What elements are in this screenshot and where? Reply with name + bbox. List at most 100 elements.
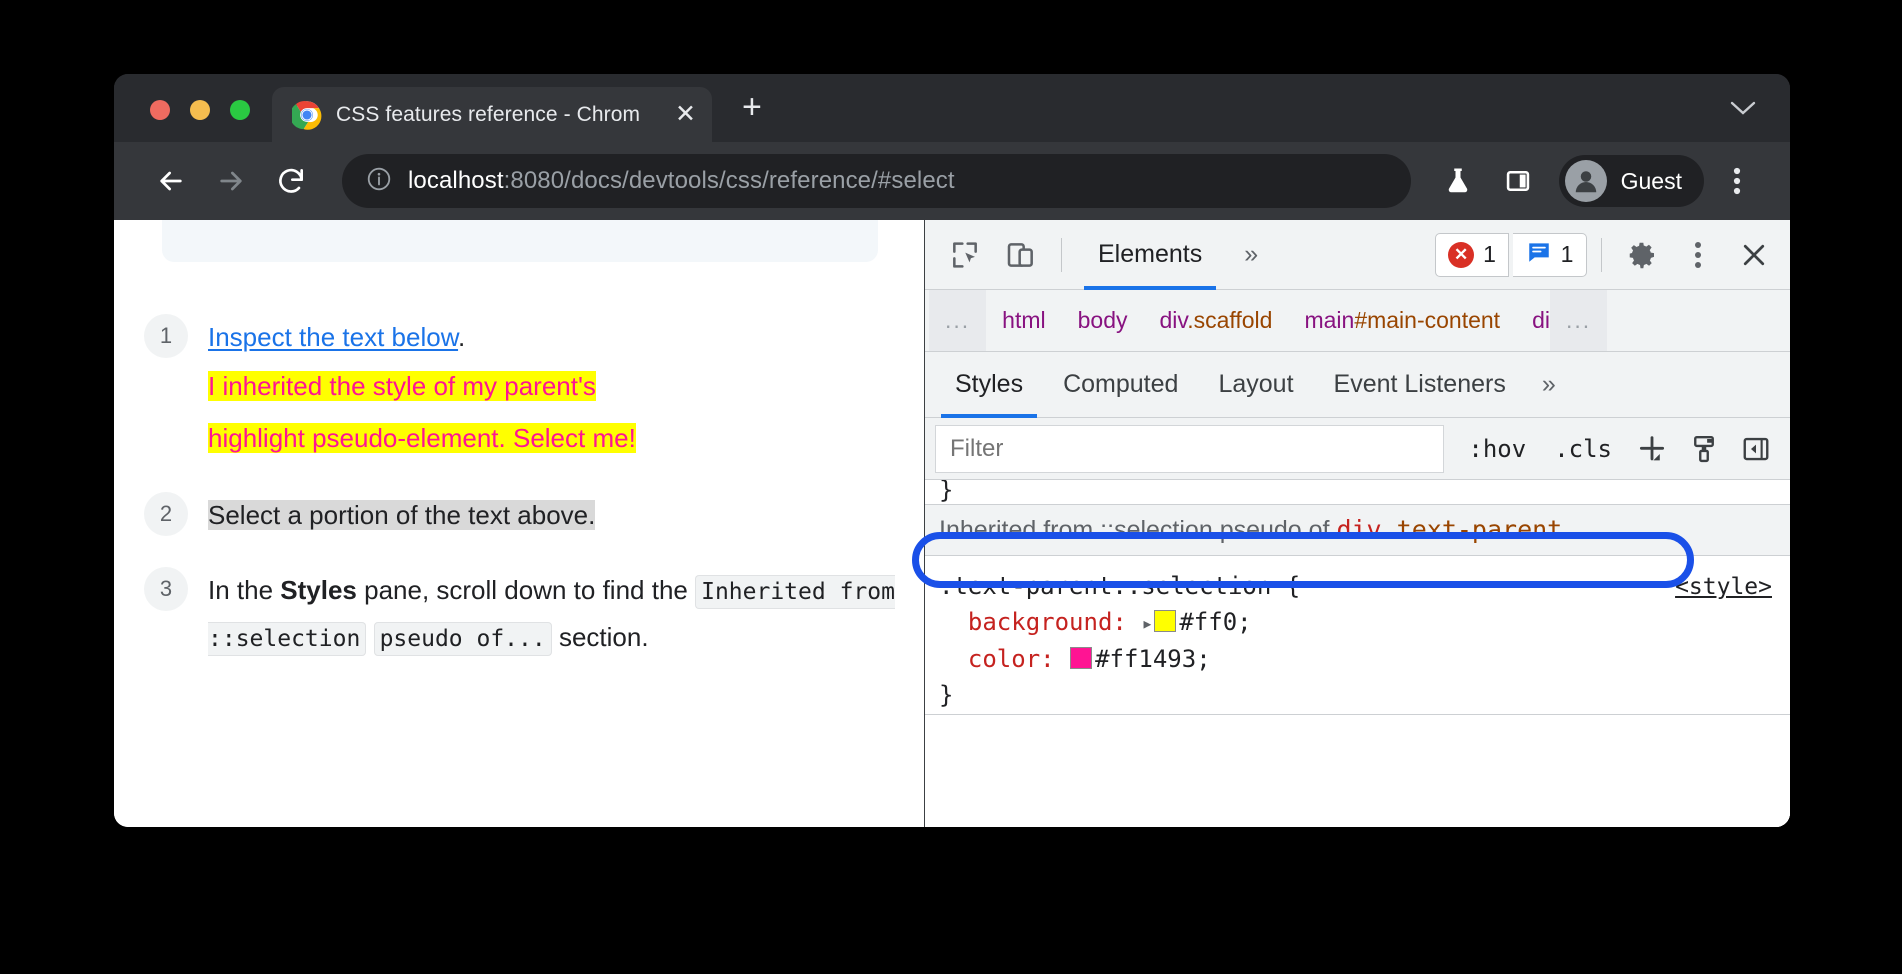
step-number: 2 [144,492,188,536]
message-count: 1 [1561,241,1574,268]
tab-event-listeners[interactable]: Event Listeners [1314,352,1526,418]
close-tab-button[interactable]: ✕ [675,102,696,127]
css-selector[interactable]: .text-parent::selection { [939,568,1776,604]
list-item: 3 In the Styles pane, scroll down to fin… [144,565,904,662]
step-number: 3 [144,567,188,611]
browser-tab[interactable]: CSS features reference - Chrom ✕ [272,87,712,142]
browser-window: CSS features reference - Chrom ✕ + [114,74,1790,827]
breadcrumb-item-html[interactable]: html [986,307,1061,334]
styles-pane-footer [925,714,1790,827]
list-item: 1 Inspect the text below. I inherited th… [144,312,904,464]
step3-mid: pane, scroll down to find the [357,575,695,605]
breadcrumb-item-div-truncated[interactable]: di [1516,307,1550,334]
hov-button[interactable]: :hov [1454,435,1540,463]
inherited-from-section-header[interactable]: Inherited from ::selection pseudo of div… [925,504,1790,556]
side-panel-icon[interactable] [1491,154,1545,208]
url-text: localhost:8080/docs/devtools/css/referen… [408,167,955,195]
error-count-badge[interactable]: ✕ 1 [1435,233,1509,277]
color-swatch[interactable] [1154,610,1176,632]
inherited-class: .text-parent [1382,515,1563,544]
css-rule-block: <style> .text-parent::selection { backgr… [925,556,1790,714]
info-callout-box [162,220,878,262]
steps-list: 1 Inspect the text below. I inherited th… [144,312,904,688]
more-subtabs-chevron-icon[interactable]: » [1526,370,1572,399]
devtools-more-menu-icon[interactable] [1672,229,1724,281]
profile-name: Guest [1621,168,1682,195]
expand-triangle-icon[interactable]: ▸ [1141,611,1153,635]
highlighted-sample-line2[interactable]: highlight pseudo-element. Select me! [208,423,636,453]
address-bar[interactable]: localhost:8080/docs/devtools/css/referen… [342,154,1411,208]
breadcrumb-left-ellipsis[interactable]: ... [929,290,986,351]
styles-pane-tabs: Styles Computed Layout Event Listeners » [925,352,1790,418]
css-property-name[interactable]: background: [968,608,1127,636]
window-controls [114,100,272,142]
breadcrumb-item-div-scaffold[interactable]: div.scaffold [1144,307,1289,334]
error-count: 1 [1483,241,1496,268]
style-source-link[interactable]: <style> [1675,570,1772,605]
close-window-button[interactable] [150,100,170,120]
back-button[interactable] [144,154,198,208]
step-text: Select a portion of the text above. [208,490,595,538]
site-info-icon[interactable] [366,166,392,197]
tab-list-chevron-icon[interactable] [1730,99,1790,142]
tab-title: CSS features reference - Chrom [336,103,640,127]
url-host: localhost [408,167,504,194]
new-tab-button[interactable]: + [712,90,788,142]
tab-styles[interactable]: Styles [935,352,1043,418]
message-icon [1526,239,1552,271]
styles-emphasis: Styles [280,575,357,605]
previous-rule-close-brace: } [925,480,1790,504]
css-property-name[interactable]: color: [968,645,1055,673]
device-toolbar-icon[interactable] [995,229,1047,281]
reload-button[interactable] [264,154,318,208]
css-declaration-background[interactable]: background: ▸ #ff0; [939,604,1776,640]
tab-layout[interactable]: Layout [1198,352,1313,418]
css-rule-close-brace: } [939,677,1776,713]
css-property-value[interactable]: #ff1493; [1095,645,1211,673]
url-path: :8080/docs/devtools/css/reference/#selec… [504,167,955,194]
error-icon: ✕ [1448,242,1474,268]
screenshot-stage: CSS features reference - Chrom ✕ + [0,0,1902,974]
devtools-toolbar: Elements » ✕ 1 1 [925,220,1790,290]
tab-strip: CSS features reference - Chrom ✕ + [114,74,1790,142]
breadcrumb-item-body[interactable]: body [1062,307,1144,334]
new-style-rule-button[interactable] [1626,423,1678,475]
highlighted-sample-line1[interactable]: I inherited the style of my parent's [208,371,596,401]
more-panels-chevron-icon[interactable]: » [1228,240,1274,269]
step1-period: . [458,322,465,352]
message-count-badge[interactable]: 1 [1513,233,1587,277]
close-devtools-icon[interactable] [1728,229,1780,281]
profile-button[interactable]: Guest [1559,155,1704,207]
inherited-tag: div [1336,515,1381,544]
flask-icon[interactable] [1431,154,1485,208]
breadcrumb: ... html body div.scaffold main#main-con… [925,290,1790,352]
paintbrush-icon[interactable] [1678,423,1730,475]
inline-code-2: pseudo of... [374,622,552,656]
step3-lead: In the [208,575,280,605]
breadcrumb-item-main-content[interactable]: main#main-content [1288,307,1516,334]
sidebar-toggle-icon[interactable] [1730,423,1782,475]
color-swatch[interactable] [1070,647,1092,669]
css-property-value[interactable]: #ff0; [1179,608,1251,636]
forward-button[interactable] [204,154,258,208]
avatar [1565,160,1607,202]
breadcrumb-right-ellipsis[interactable]: ... [1550,290,1607,351]
browser-menu-button[interactable] [1710,154,1764,208]
styles-filter-bar: :hov .cls [925,418,1790,480]
tab-elements[interactable]: Elements [1076,220,1224,290]
selected-text[interactable]: Select a portion of the text above. [208,500,595,530]
gear-icon[interactable] [1616,229,1668,281]
inspect-element-icon[interactable] [939,229,991,281]
cls-button[interactable]: .cls [1540,435,1626,463]
step3-tail: section. [552,622,649,652]
inspect-text-link[interactable]: Inspect the text below [208,322,458,352]
css-declaration-color[interactable]: color: #ff1493; [939,641,1776,677]
maximize-window-button[interactable] [230,100,250,120]
tab-computed[interactable]: Computed [1043,352,1198,418]
chrome-logo-icon [292,100,322,130]
browser-toolbar: localhost:8080/docs/devtools/css/referen… [114,142,1790,220]
filter-input[interactable] [935,425,1444,473]
step-number: 1 [144,314,188,358]
devtools-panel: Elements » ✕ 1 1 [925,220,1790,827]
minimize-window-button[interactable] [190,100,210,120]
